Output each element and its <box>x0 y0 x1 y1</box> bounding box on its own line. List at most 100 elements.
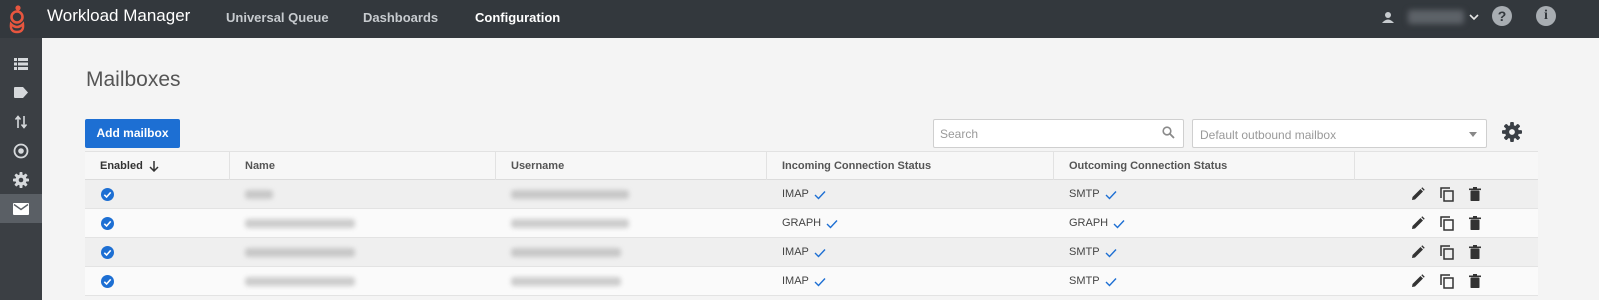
table-header: Enabled Name Username Incoming Connectio… <box>85 151 1538 180</box>
copy-icon[interactable] <box>1440 216 1454 231</box>
enabled-cell <box>85 209 230 238</box>
chevron-down-icon <box>1469 14 1479 21</box>
username-cell <box>496 238 767 267</box>
edit-pencil-icon[interactable] <box>1411 216 1425 230</box>
nav-dashboards[interactable]: Dashboards <box>363 10 438 25</box>
default-outbound-mailbox-select[interactable]: Default outbound mailbox <box>1192 119 1487 148</box>
status-ok-check-icon <box>1113 219 1125 229</box>
mail-icon <box>13 202 29 215</box>
redacted-username <box>511 276 621 286</box>
edit-pencil-icon[interactable] <box>1411 245 1425 259</box>
table-body: IMAP SMTP GRAPH GRAPH IMAP SMTP IMAP SMTP <box>85 180 1538 296</box>
incoming-status-cell: IMAP <box>767 180 1054 209</box>
nav-universal-queue[interactable]: Universal Queue <box>226 10 329 25</box>
name-cell <box>230 180 496 209</box>
table-settings-gear-icon[interactable] <box>1502 122 1522 142</box>
help-icon[interactable]: ? <box>1492 6 1512 26</box>
outgoing-status-cell: GRAPH <box>1054 209 1355 238</box>
outgoing-protocol: SMTP <box>1069 246 1100 258</box>
status-ok-check-icon <box>814 277 826 287</box>
app-title: Workload Manager <box>47 6 191 25</box>
search-input[interactable] <box>940 126 1150 142</box>
select-placeholder: Default outbound mailbox <box>1200 128 1337 142</box>
column-header-incoming[interactable]: Incoming Connection Status <box>767 152 1054 180</box>
genesys-logo-icon[interactable] <box>6 4 28 34</box>
nav-configuration[interactable]: Configuration <box>475 10 560 25</box>
name-cell <box>230 209 496 238</box>
outgoing-protocol: SMTP <box>1069 275 1100 287</box>
table-row[interactable]: IMAP SMTP <box>85 238 1538 267</box>
page-title: Mailboxes <box>86 68 181 91</box>
delete-trash-icon[interactable] <box>1469 245 1481 259</box>
column-header-username[interactable]: Username <box>496 152 767 180</box>
redacted-username <box>511 189 629 199</box>
sidebar-item-settings[interactable] <box>0 165 42 194</box>
outgoing-protocol: SMTP <box>1069 188 1100 200</box>
sidebar <box>0 38 42 300</box>
target-icon <box>13 143 29 158</box>
search-icon[interactable] <box>1162 126 1175 139</box>
outgoing-status-cell: SMTP <box>1054 267 1355 296</box>
status-ok-check-icon <box>826 219 838 229</box>
outgoing-status-cell: SMTP <box>1054 180 1355 209</box>
enabled-check-icon[interactable] <box>101 275 114 288</box>
top-bar: Workload Manager Universal Queue Dashboa… <box>0 0 1599 38</box>
username-cell <box>496 209 767 238</box>
status-ok-check-icon <box>1105 277 1117 287</box>
redacted-name <box>245 218 355 228</box>
table-row[interactable]: GRAPH GRAPH <box>85 209 1538 238</box>
name-cell <box>230 267 496 296</box>
enabled-cell <box>85 267 230 296</box>
copy-icon[interactable] <box>1440 274 1454 289</box>
user-icon <box>1382 12 1394 23</box>
incoming-status-cell: GRAPH <box>767 209 1054 238</box>
outgoing-protocol: GRAPH <box>1069 217 1109 229</box>
tag-icon <box>14 87 28 98</box>
enabled-check-icon[interactable] <box>101 246 114 259</box>
redacted-name <box>245 189 273 199</box>
name-cell <box>230 238 496 267</box>
enabled-check-icon[interactable] <box>101 217 114 230</box>
info-icon[interactable]: i <box>1536 6 1556 26</box>
edit-pencil-icon[interactable] <box>1411 274 1425 288</box>
redacted-name <box>245 247 355 257</box>
column-header-name[interactable]: Name <box>230 152 496 180</box>
sidebar-item-queues[interactable] <box>0 49 42 78</box>
username-cell <box>496 180 767 209</box>
column-header-actions <box>1355 152 1538 180</box>
add-mailbox-button[interactable]: Add mailbox <box>85 119 180 148</box>
sidebar-item-targets[interactable] <box>0 136 42 165</box>
search-field[interactable] <box>933 119 1184 148</box>
actions-cell <box>1355 238 1538 267</box>
incoming-status-cell: IMAP <box>767 238 1054 267</box>
table-row[interactable]: IMAP SMTP <box>85 180 1538 209</box>
incoming-protocol: IMAP <box>782 188 809 200</box>
user-menu[interactable] <box>1382 8 1482 30</box>
incoming-protocol: IMAP <box>782 275 809 287</box>
enabled-check-icon[interactable] <box>101 188 114 201</box>
sidebar-item-mailboxes[interactable] <box>0 194 42 223</box>
delete-trash-icon[interactable] <box>1469 187 1481 201</box>
actions-cell <box>1355 267 1538 296</box>
status-ok-check-icon <box>814 248 826 258</box>
table-row[interactable]: IMAP SMTP <box>85 267 1538 296</box>
redacted-name <box>245 276 355 286</box>
incoming-protocol: GRAPH <box>782 217 822 229</box>
caret-down-icon <box>1469 132 1477 137</box>
delete-trash-icon[interactable] <box>1469 216 1481 230</box>
enabled-cell <box>85 180 230 209</box>
username-cell <box>496 267 767 296</box>
column-header-enabled[interactable]: Enabled <box>85 152 230 180</box>
copy-icon[interactable] <box>1440 187 1454 202</box>
edit-pencil-icon[interactable] <box>1411 187 1425 201</box>
sidebar-item-tags[interactable] <box>0 78 42 107</box>
status-ok-check-icon <box>1105 248 1117 258</box>
sort-arrow-down-icon <box>149 161 159 173</box>
column-header-outgoing[interactable]: Outcoming Connection Status <box>1054 152 1355 180</box>
outgoing-status-cell: SMTP <box>1054 238 1355 267</box>
copy-icon[interactable] <box>1440 245 1454 260</box>
actions-cell <box>1355 209 1538 238</box>
status-ok-check-icon <box>814 190 826 200</box>
delete-trash-icon[interactable] <box>1469 274 1481 288</box>
sidebar-item-routing[interactable] <box>0 107 42 136</box>
